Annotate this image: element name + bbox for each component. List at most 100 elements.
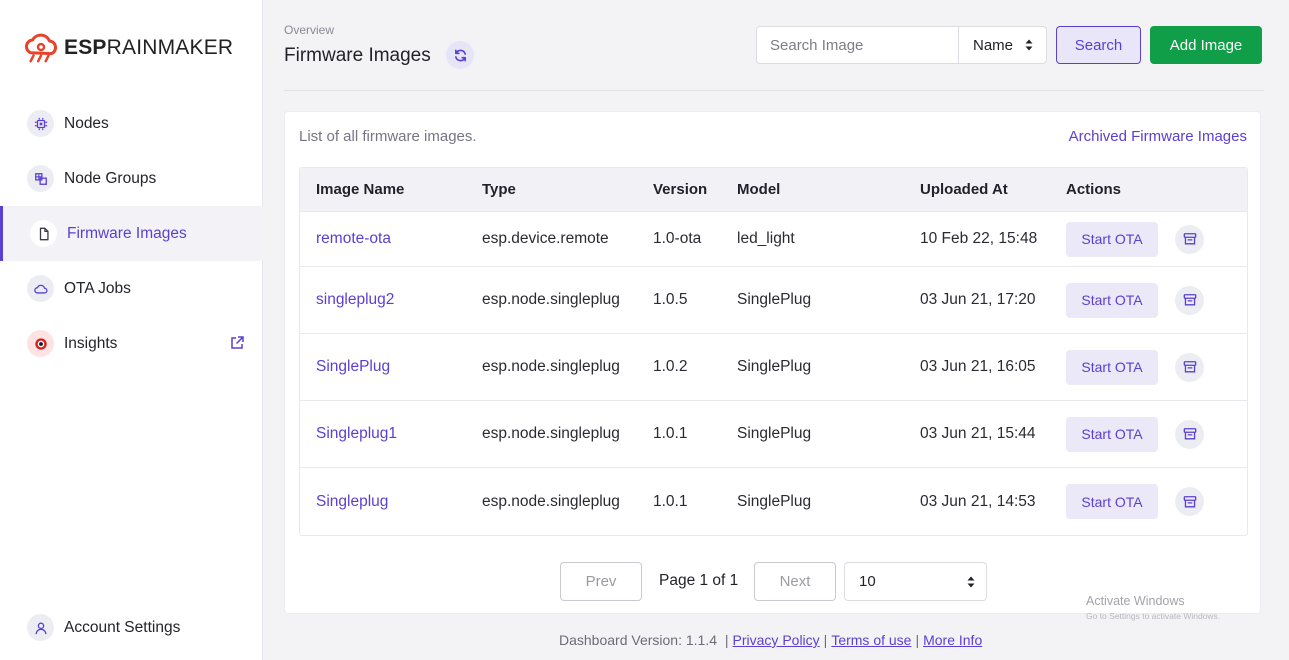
image-version: 1.0.2 [653, 358, 688, 375]
groups-icon [27, 165, 54, 192]
brand-logo[interactable]: ESPRAINMAKER [22, 32, 233, 64]
archive-icon [1183, 294, 1196, 306]
table-row: singleplug2 esp.node.singleplug 1.0.5 Si… [300, 267, 1247, 334]
search-filter-select[interactable]: Name [959, 27, 1046, 63]
chip-icon [27, 110, 54, 137]
sidebar-item-firmware-images[interactable]: Firmware Images [0, 206, 263, 261]
sidebar-item-insights[interactable]: Insights [0, 316, 263, 371]
archive-icon [1183, 428, 1196, 440]
page-size-value: 10 [859, 573, 876, 590]
page-title: Firmware Images [284, 45, 431, 66]
image-type: esp.node.singleplug [482, 358, 620, 375]
start-ota-button[interactable]: Start OTA [1066, 349, 1158, 385]
sidebar-item-ota-jobs[interactable]: OTA Jobs [0, 261, 263, 316]
sidebar-item-label: Node Groups [64, 169, 157, 187]
breadcrumb[interactable]: Overview [284, 23, 334, 37]
image-name-link[interactable]: singleplug2 [316, 291, 394, 308]
refresh-icon [454, 49, 466, 61]
firmware-card: List of all firmware images. Archived Fi… [284, 111, 1261, 614]
image-version: 1.0.1 [653, 492, 688, 510]
archive-icon [1183, 361, 1196, 373]
dashboard-version: Dashboard Version: 1.1.4 [559, 632, 717, 648]
image-model: led_light [737, 230, 795, 247]
prev-page-button[interactable]: Prev [560, 562, 642, 601]
image-model: SinglePlug [737, 291, 812, 308]
brand-name: ESPRAINMAKER [64, 36, 234, 59]
search-filter-value: Name [973, 36, 1014, 54]
image-uploaded-at: 10 Feb 22, 15:48 [920, 230, 1038, 247]
sort-arrows-icon [1025, 39, 1033, 51]
image-type: esp.node.singleplug [482, 425, 620, 442]
cloud-icon [27, 275, 54, 302]
image-name-link[interactable]: SinglePlug [316, 358, 390, 375]
archive-button[interactable] [1175, 487, 1204, 516]
table-row: remote-ota esp.device.remote 1.0-ota led… [300, 212, 1247, 267]
sidebar-nav: Nodes Node Groups Firmware Images OTA Jo… [0, 96, 263, 371]
card-description: List of all firmware images. [299, 128, 477, 145]
image-type: esp.node.singleplug [482, 291, 620, 308]
archive-button[interactable] [1175, 224, 1204, 254]
image-version: 1.0.1 [653, 425, 688, 442]
start-ota-button[interactable]: Start OTA [1066, 221, 1158, 257]
external-link-icon[interactable] [229, 335, 245, 351]
insights-icon [27, 330, 54, 357]
image-name-link[interactable]: remote-ota [316, 230, 391, 247]
archive-icon [1183, 495, 1196, 507]
sidebar-item-nodes[interactable]: Nodes [0, 96, 263, 151]
image-version: 1.0.5 [653, 291, 688, 308]
table-row: SinglePlug esp.node.singleplug 1.0.2 Sin… [300, 334, 1247, 401]
image-model: SinglePlug [737, 492, 812, 510]
col-actions: Actions [1066, 181, 1122, 198]
archived-firmware-link[interactable]: Archived Firmware Images [1069, 128, 1247, 145]
next-page-button[interactable]: Next [754, 562, 836, 601]
col-model: Model [737, 181, 781, 198]
archive-button[interactable] [1175, 419, 1204, 449]
start-ota-button[interactable]: Start OTA [1066, 282, 1158, 318]
col-image-name: Image Name [316, 181, 405, 198]
page-size-select[interactable]: 10 [844, 562, 987, 601]
sidebar-item-node-groups[interactable]: Node Groups [0, 151, 263, 206]
more-info-link[interactable]: More Info [923, 632, 982, 648]
col-version: Version [653, 181, 708, 198]
sort-arrows-icon [967, 576, 975, 587]
archive-button[interactable] [1175, 285, 1204, 315]
archive-button[interactable] [1175, 352, 1204, 382]
privacy-policy-link[interactable]: Privacy Policy [733, 632, 820, 648]
col-type: Type [482, 181, 516, 198]
image-type: esp.device.remote [482, 230, 609, 247]
account-settings[interactable]: Account Settings [27, 614, 180, 641]
activate-windows-title: Activate Windows [1086, 594, 1185, 608]
image-version: 1.0-ota [653, 230, 702, 247]
image-uploaded-at: 03 Jun 21, 16:05 [920, 358, 1036, 375]
header-divider [284, 90, 1264, 91]
firmware-table: Image Name Type Version Model Uploaded A… [299, 167, 1248, 536]
file-icon [30, 220, 57, 247]
archive-icon [1183, 233, 1196, 245]
table-header: Image Name Type Version Model Uploaded A… [300, 168, 1247, 212]
image-uploaded-at: 03 Jun 21, 14:53 [920, 492, 1036, 510]
user-icon [27, 614, 54, 641]
footer-separator: | [823, 632, 828, 648]
search-group: Name [756, 26, 1047, 64]
footer-separator: | [915, 632, 920, 648]
search-button[interactable]: Search [1056, 26, 1141, 64]
start-ota-button[interactable]: Start OTA [1066, 416, 1158, 452]
sidebar-item-label: Insights [64, 334, 118, 352]
start-ota-button[interactable]: Start OTA [1066, 484, 1158, 519]
page-indicator: Page 1 of 1 [659, 572, 739, 589]
add-image-button[interactable]: Add Image [1150, 26, 1262, 64]
sidebar-item-label: Firmware Images [67, 224, 187, 242]
sidebar: ESPRAINMAKER Nodes Node Groups Firmware … [0, 0, 263, 660]
image-name-link[interactable]: Singleplug [316, 493, 388, 510]
image-name-link[interactable]: Singleplug1 [316, 425, 397, 442]
image-model: SinglePlug [737, 358, 812, 375]
refresh-button[interactable] [446, 41, 474, 69]
table-body: remote-ota esp.device.remote 1.0-ota led… [300, 212, 1247, 535]
terms-of-use-link[interactable]: Terms of use [831, 632, 911, 648]
image-model: SinglePlug [737, 425, 812, 442]
search-input[interactable] [757, 27, 959, 63]
table-row: Singleplug esp.node.singleplug 1.0.1 Sin… [300, 468, 1247, 535]
image-uploaded-at: 03 Jun 21, 15:44 [920, 425, 1036, 442]
account-settings-label: Account Settings [64, 618, 181, 636]
table-row: Singleplug1 esp.node.singleplug 1.0.1 Si… [300, 401, 1247, 468]
